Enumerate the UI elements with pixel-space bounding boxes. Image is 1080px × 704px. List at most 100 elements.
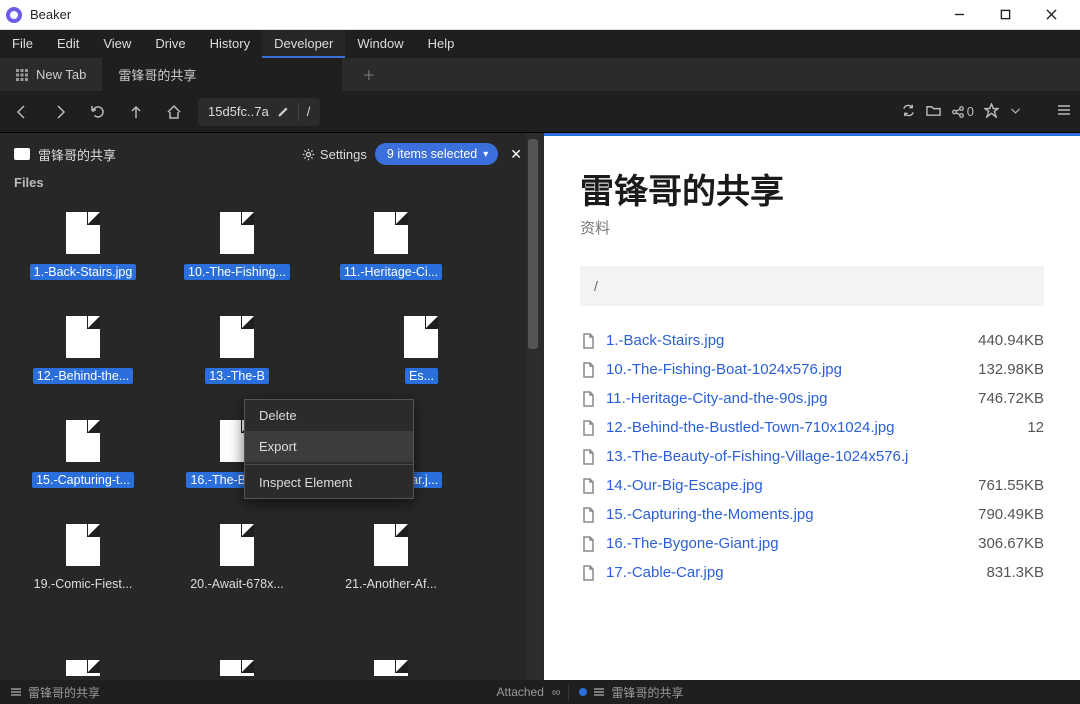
address-bar[interactable]: 15d5fc..7a / <box>198 98 320 126</box>
sync-icon[interactable] <box>901 103 916 121</box>
file-item[interactable]: 21.-Another-Af... <box>314 518 468 620</box>
close-button[interactable] <box>1028 0 1074 30</box>
file-icon <box>220 524 254 566</box>
file-link[interactable]: 1.-Back-Stairs.jpg <box>606 332 968 349</box>
hamburger-menu-button[interactable] <box>1056 102 1072 121</box>
maximize-button[interactable] <box>982 0 1028 30</box>
forward-button[interactable] <box>46 98 74 126</box>
home-button[interactable] <box>160 98 188 126</box>
file-icon <box>580 449 596 465</box>
context-menu-item-delete[interactable]: Delete <box>245 400 413 431</box>
nav-toolbar: 15d5fc..7a / 0 <box>0 91 1080 133</box>
menu-item-edit[interactable]: Edit <box>45 30 91 58</box>
files-heading: Files <box>0 175 540 196</box>
list-icon <box>593 686 605 698</box>
selection-count: 9 items selected <box>387 147 477 161</box>
menu-item-window[interactable]: Window <box>345 30 415 58</box>
file-item[interactable]: 11.-Heritage-Ci... <box>314 206 468 308</box>
file-item[interactable]: 13.-The-B <box>160 310 314 412</box>
file-item[interactable]: 12.-Behind-the... <box>6 310 160 412</box>
file-link[interactable]: 17.-Cable-Car.jpg <box>606 564 976 581</box>
file-name: 15.-Capturing-t... <box>32 472 134 488</box>
file-link[interactable]: 15.-Capturing-the-Moments.jpg <box>606 506 968 523</box>
file-name: 1.-Back-Stairs.jpg <box>30 264 137 280</box>
menu-item-drive[interactable]: Drive <box>143 30 197 58</box>
menu-item-history[interactable]: History <box>198 30 262 58</box>
file-link[interactable]: 14.-Our-Big-Escape.jpg <box>606 477 968 494</box>
scrollbar-thumb[interactable] <box>528 139 538 349</box>
tab-active[interactable]: 雷锋哥的共享 <box>102 58 342 91</box>
new-tab-button[interactable]: ＋ <box>342 58 395 91</box>
menu-item-developer[interactable]: Developer <box>262 30 345 58</box>
file-item[interactable]: 10.-The-Fishing... <box>160 206 314 308</box>
star-icon[interactable] <box>984 103 999 121</box>
window-titlebar: Beaker <box>0 0 1080 30</box>
list-item[interactable]: 1.-Back-Stairs.jpg440.94KB <box>580 326 1044 355</box>
status-attached[interactable]: Attached ∞ <box>497 685 569 699</box>
file-name: 12.-Behind-the... <box>33 368 133 384</box>
file-name: 11.-Heritage-Ci... <box>340 264 442 280</box>
file-link[interactable]: 11.-Heritage-City-and-the-90s.jpg <box>606 390 968 407</box>
clear-selection-button[interactable]: ✕ <box>506 146 526 163</box>
file-size: 831.3KB <box>986 564 1044 581</box>
selection-pill[interactable]: 9 items selected ▾ <box>375 143 498 165</box>
context-menu-item-export[interactable]: Export <box>245 431 413 462</box>
scrollbar[interactable] <box>526 133 540 680</box>
file-icon <box>66 420 100 462</box>
tab-label: New Tab <box>36 67 86 82</box>
grid-icon <box>16 69 28 81</box>
file-item[interactable]: 15.-Capturing-t... <box>6 414 160 516</box>
chevron-down-icon[interactable] <box>1009 104 1022 120</box>
settings-button[interactable]: Settings <box>302 147 367 162</box>
tab-new[interactable]: New Tab <box>0 58 102 91</box>
file-icon <box>66 316 100 358</box>
context-menu-item-inspect-element[interactable]: Inspect Element <box>245 467 413 498</box>
file-name: 21.-Another-Af... <box>341 576 441 592</box>
file-link[interactable]: 12.-Behind-the-Bustled-Town-710x1024.jpg <box>606 419 1017 436</box>
folder-icon[interactable] <box>926 103 941 121</box>
list-item[interactable]: 14.-Our-Big-Escape.jpg761.55KB <box>580 471 1044 500</box>
file-icon <box>404 316 438 358</box>
breadcrumb-path: / <box>594 278 598 294</box>
file-item[interactable]: Es... <box>314 310 468 412</box>
context-menu: DeleteExport Inspect Element <box>244 399 414 499</box>
file-item[interactable]: 20.-Await-678x... <box>160 518 314 620</box>
tab-label: 雷锋哥的共享 <box>118 65 196 84</box>
menu-item-help[interactable]: Help <box>416 30 467 58</box>
share-icon[interactable]: 0 <box>951 104 974 119</box>
file-icon <box>66 524 100 566</box>
file-link[interactable]: 13.-The-Beauty-of-Fishing-Village-1024x5… <box>606 448 1034 465</box>
page-title: 雷锋哥的共享 <box>580 164 1044 213</box>
file-icon <box>580 565 596 581</box>
list-item[interactable]: 17.-Cable-Car.jpg 831.3KB <box>580 558 1044 587</box>
back-button[interactable] <box>8 98 36 126</box>
file-link[interactable]: 16.-The-Bygone-Giant.jpg <box>606 535 968 552</box>
minimize-button[interactable] <box>936 0 982 30</box>
status-right[interactable]: 雷锋哥的共享 <box>568 684 693 701</box>
breadcrumb[interactable]: / <box>580 266 1044 306</box>
status-dot-icon <box>579 688 587 696</box>
reload-button[interactable] <box>84 98 112 126</box>
attached-label: Attached <box>497 685 544 699</box>
file-name: 20.-Await-678x... <box>186 576 288 592</box>
file-icon <box>580 420 596 436</box>
status-left[interactable]: 雷锋哥的共享 <box>0 684 110 701</box>
list-item[interactable]: 13.-The-Beauty-of-Fishing-Village-1024x5… <box>580 442 1044 471</box>
edit-icon <box>277 105 290 118</box>
file-icon <box>580 478 596 494</box>
menu-item-file[interactable]: File <box>0 30 45 58</box>
menu-item-view[interactable]: View <box>91 30 143 58</box>
file-item[interactable]: 1.-Back-Stairs.jpg <box>6 206 160 308</box>
menu-bar: FileEditViewDriveHistoryDeveloperWindowH… <box>0 30 1080 58</box>
file-item[interactable]: 19.-Comic-Fiest... <box>6 518 160 620</box>
up-button[interactable] <box>122 98 150 126</box>
list-item[interactable]: 15.-Capturing-the-Moments.jpg790.49KB <box>580 500 1044 529</box>
list-item[interactable]: 16.-The-Bygone-Giant.jpg306.67KB <box>580 529 1044 558</box>
explorer-pane: 雷锋哥的共享 Settings 9 items selected ▾ ✕ Fil… <box>0 133 540 680</box>
list-item[interactable]: 12.-Behind-the-Bustled-Town-710x1024.jpg… <box>580 413 1044 442</box>
list-item[interactable]: 10.-The-Fishing-Boat-1024x576.jpg 132.98K… <box>580 355 1044 384</box>
file-size: 132.98KB <box>978 361 1044 378</box>
list-item[interactable]: 11.-Heritage-City-and-the-90s.jpg746.72K… <box>580 384 1044 413</box>
file-icon <box>220 212 254 254</box>
file-link[interactable]: 10.-The-Fishing-Boat-1024x576.jpg <box>606 361 968 378</box>
